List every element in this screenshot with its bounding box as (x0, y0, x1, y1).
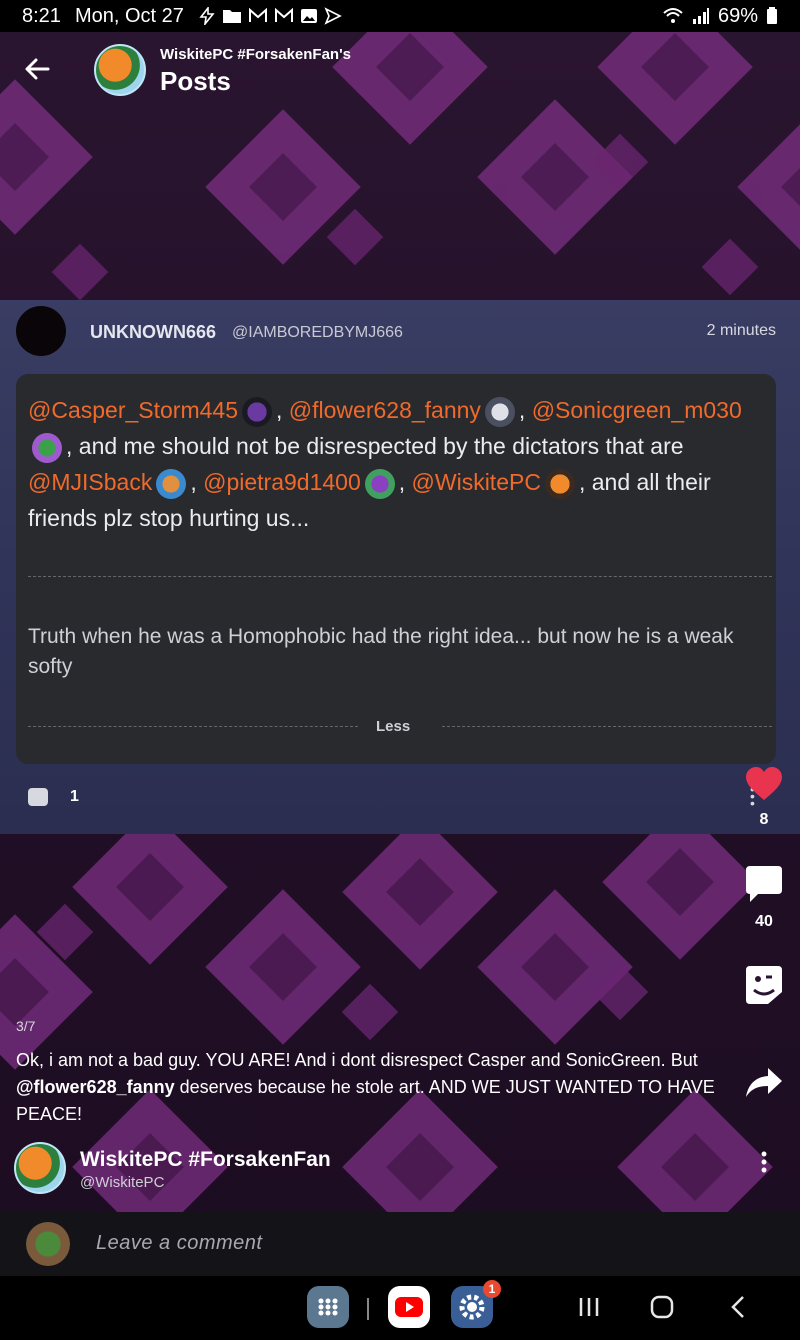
post-content-card: @Casper_Storm445, @flower628_fanny, @Son… (16, 374, 776, 764)
notification-icons (198, 7, 342, 25)
mention-avatar (544, 468, 575, 499)
send-icon (324, 7, 342, 25)
comment-input[interactable]: Leave a comment (96, 1232, 262, 1255)
header-subtitle: WiskitePC #ForsakenFan's (160, 46, 352, 63)
comment-icon[interactable] (28, 788, 48, 806)
page-title: Posts (160, 66, 231, 96)
folder-icon (222, 10, 241, 23)
mention-link[interactable]: @flower628_fanny (289, 397, 481, 423)
like-action[interactable]: 8 (742, 766, 786, 829)
notification-badge: 1 (483, 1280, 501, 1298)
back-arrow-icon[interactable] (20, 52, 54, 86)
system-nav-bar: 1 (0, 1276, 800, 1340)
divider (442, 726, 772, 727)
share-action[interactable] (742, 1066, 786, 1105)
comment-bubble-icon[interactable] (744, 864, 784, 904)
comment-action[interactable]: 40 (742, 864, 786, 931)
more-vertical-icon[interactable]: • • • (756, 1145, 772, 1179)
wifi-icon (663, 8, 683, 23)
post-author-username[interactable]: UNKNOWN666 (90, 322, 216, 343)
remix-action[interactable] (742, 964, 786, 1011)
sticker-icon[interactable] (744, 964, 784, 1006)
gallery-icon (300, 9, 317, 23)
like-count: 8 (759, 811, 769, 828)
comment-count: 40 (755, 913, 773, 930)
mention-link[interactable]: @Casper_Storm445 (28, 397, 238, 423)
comment-bar[interactable]: Leave a comment (0, 1212, 800, 1276)
home-icon[interactable] (649, 1294, 675, 1320)
mention-link[interactable]: @MJISback (28, 469, 152, 495)
post-body: @Casper_Storm445, @flower628_fanny, @Son… (28, 396, 742, 531)
caption-mention[interactable]: @flower628_fanny (16, 1077, 175, 1097)
status-time: 8:21 (22, 4, 61, 27)
battery-percent: 69% (717, 4, 758, 27)
gmail-icon (274, 7, 293, 22)
mention-avatar (156, 468, 187, 499)
author-handle: @WiskitePC (80, 1174, 165, 1191)
grid-icon (318, 1298, 338, 1316)
post-comment-count: 1 (70, 788, 79, 805)
divider (28, 576, 772, 577)
profile-avatar[interactable] (94, 44, 146, 96)
settings-app-button[interactable]: 1 (451, 1280, 501, 1328)
share-arrow-icon[interactable] (744, 1066, 784, 1100)
current-user-avatar (26, 1222, 70, 1266)
youtube-app-button[interactable] (388, 1286, 430, 1328)
flash-icon (199, 7, 215, 25)
mention-link[interactable]: @Sonicgreen_m030 (532, 397, 742, 423)
page-indicator: 3/7 (16, 1018, 36, 1034)
post-author-avatar[interactable] (16, 306, 66, 356)
divider (28, 726, 358, 727)
mention-link[interactable]: @pietra9d1400 (203, 469, 361, 495)
less-button[interactable]: Less (376, 718, 410, 735)
post-quote-text: Truth when he was a Homophobic had the r… (28, 625, 734, 678)
gmail-icon (248, 7, 267, 22)
mention-avatar (364, 468, 395, 499)
mention-avatar (242, 396, 272, 427)
embedded-post[interactable]: UNKNOWN666 @IAMBOREDBYMJ666 2 minutes @C… (0, 300, 800, 834)
status-date: Mon, Oct 27 (74, 4, 184, 27)
mention-avatar (484, 396, 515, 427)
post-timestamp: 2 minutes (706, 322, 776, 339)
nav-divider (367, 1298, 369, 1320)
battery-icon (767, 7, 777, 24)
back-nav-icon[interactable] (726, 1294, 752, 1320)
mention-avatar (32, 432, 62, 463)
status-bar: 8:21 Mon, Oct 27 69% (0, 0, 800, 32)
author-avatar[interactable] (14, 1142, 66, 1194)
post-caption: Ok, i am not a bad guy. YOU ARE! And i d… (16, 1050, 715, 1124)
author-name[interactable]: WiskitePC #ForsakenFan (80, 1148, 331, 1172)
signal-icon (692, 8, 709, 24)
mention-link[interactable]: @WiskitePC (412, 469, 541, 495)
youtube-icon (395, 1297, 423, 1317)
post-author-handle: @IAMBOREDBYMJ666 (232, 324, 403, 341)
app-drawer-button[interactable] (307, 1286, 349, 1328)
recent-apps-icon[interactable] (576, 1294, 602, 1320)
heart-icon[interactable] (744, 766, 784, 802)
